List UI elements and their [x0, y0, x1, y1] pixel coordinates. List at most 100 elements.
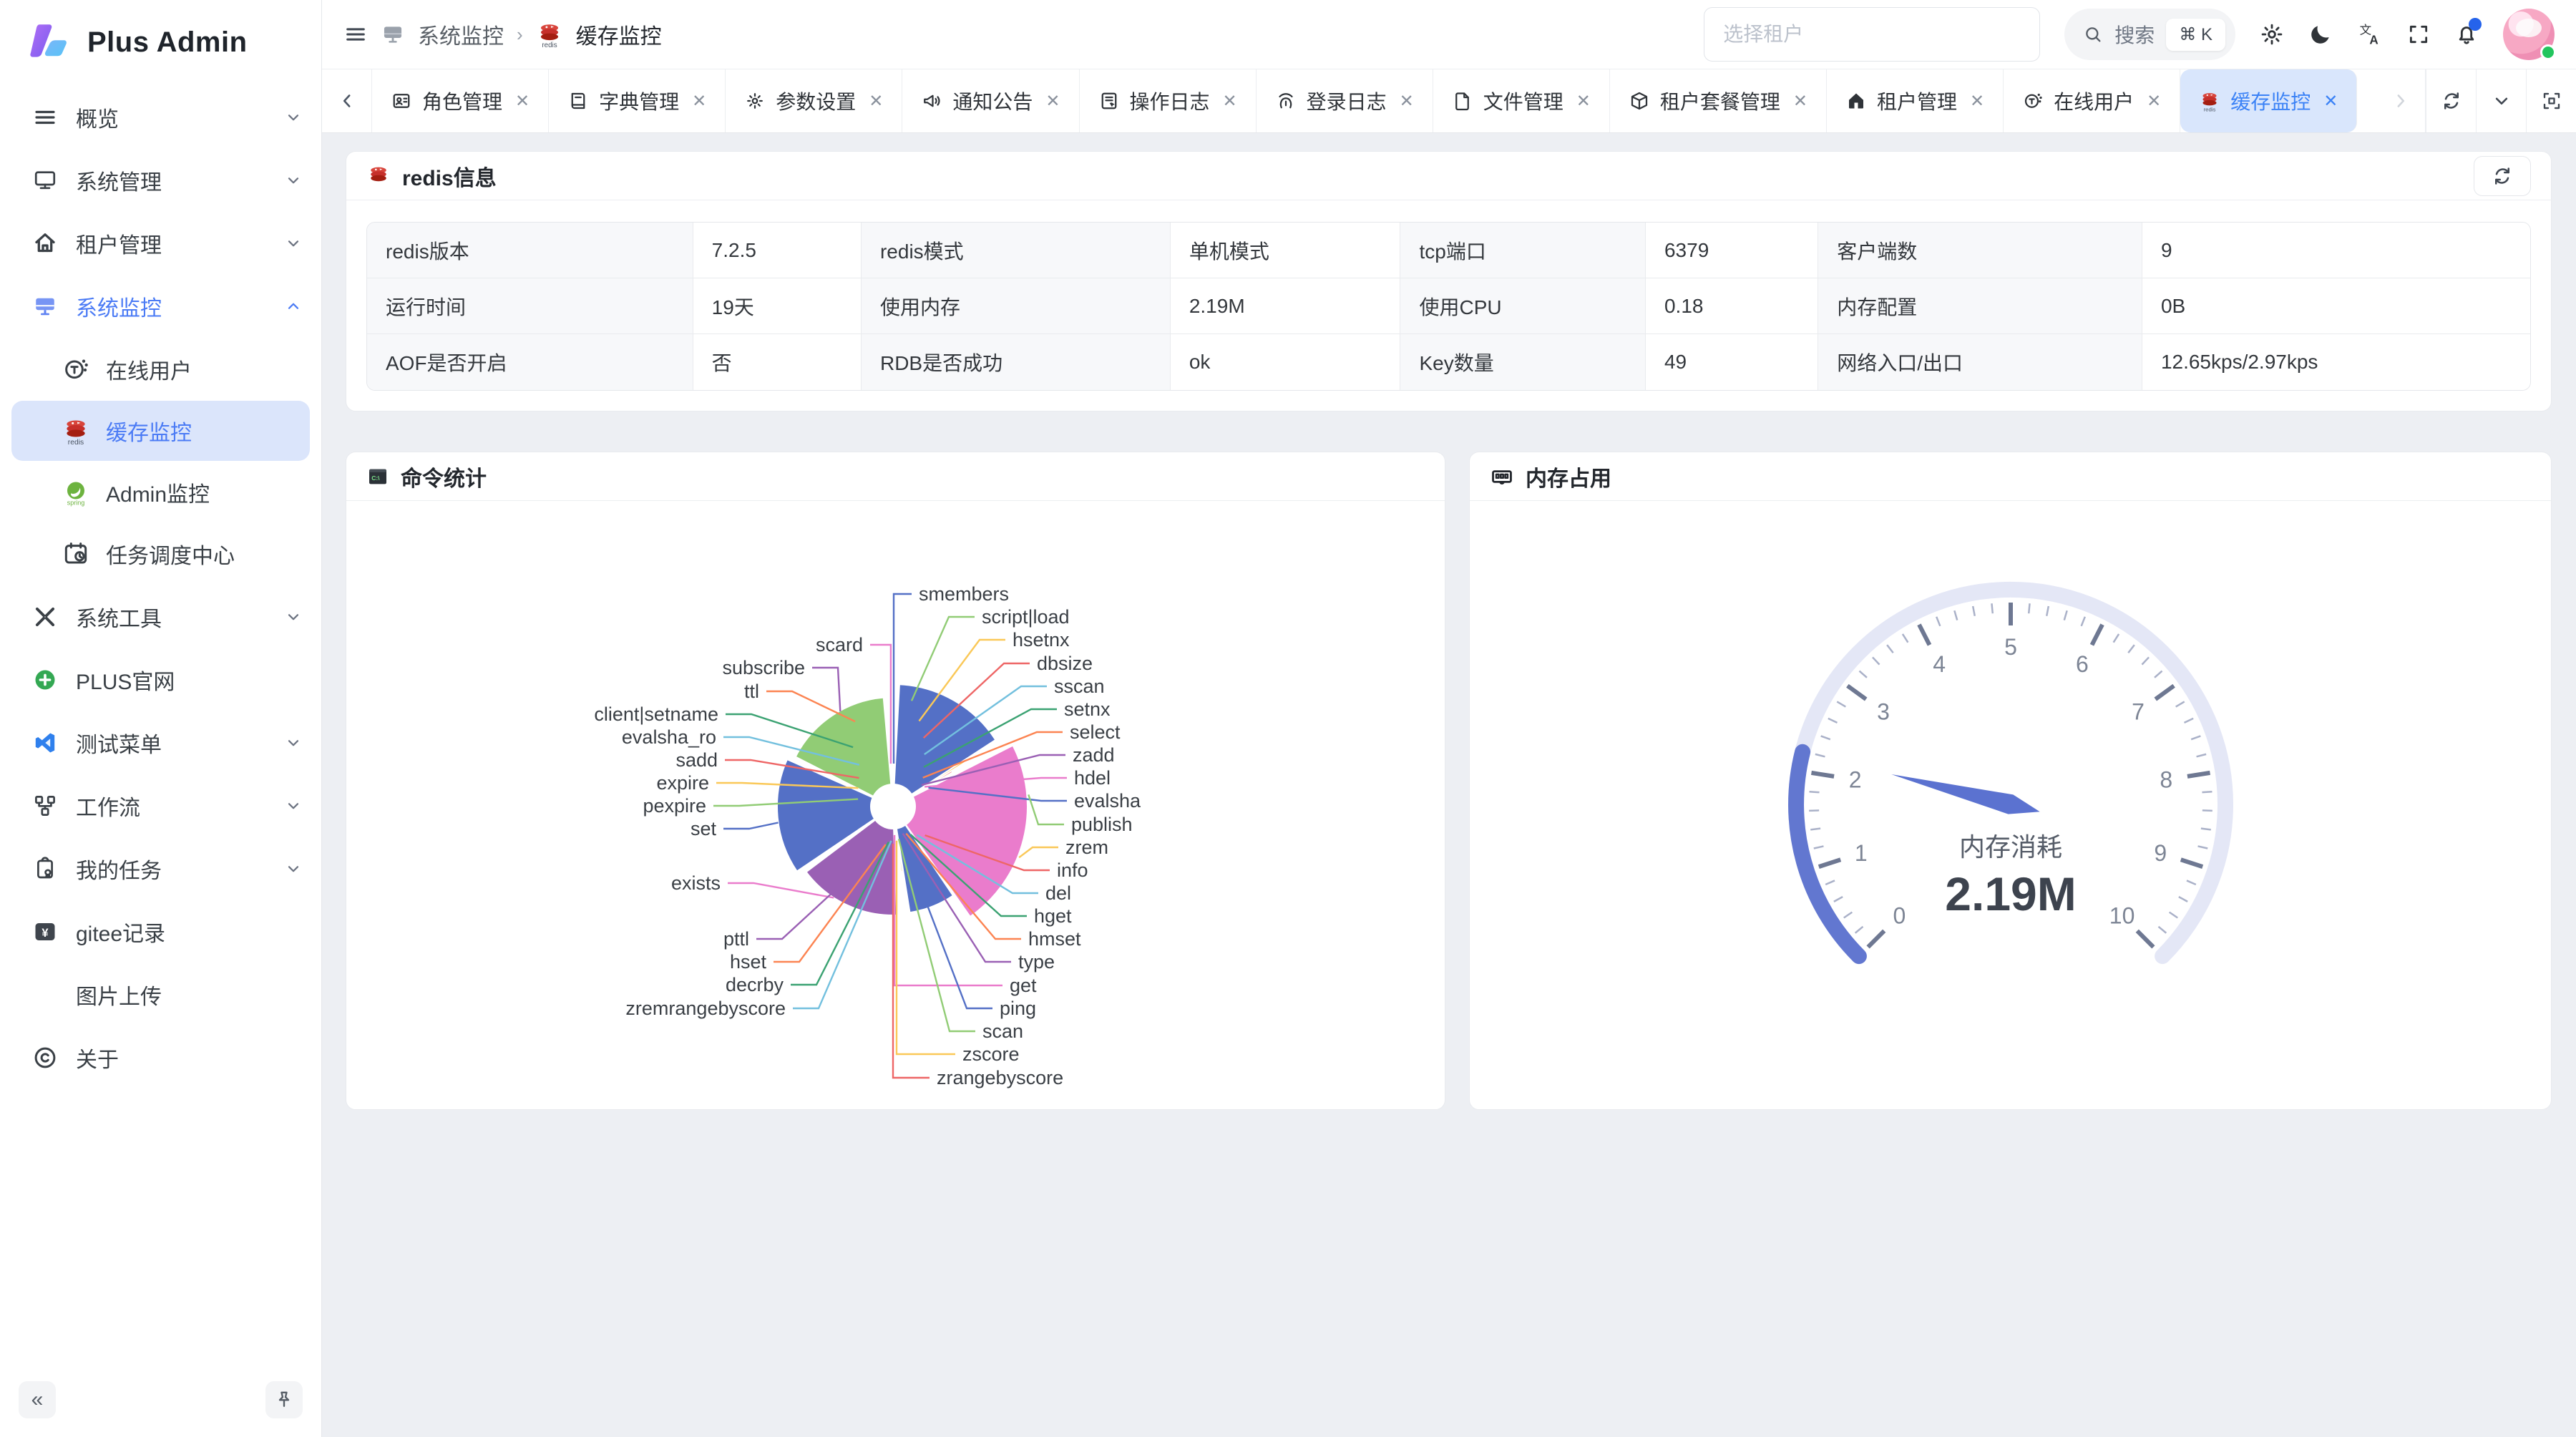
- info-label-cell: 网络入口/出口: [1818, 334, 2142, 390]
- app-logo-row[interactable]: Plus Admin: [0, 0, 321, 74]
- tab-close-icon[interactable]: ✕: [2323, 91, 2338, 112]
- gauge-major-tick: [2092, 625, 2102, 646]
- tab-label: 在线用户: [2054, 87, 2134, 115]
- gear-icon[interactable]: [2260, 22, 2284, 47]
- pie-leader-line: [723, 823, 779, 829]
- pie-label: smembers: [919, 583, 1009, 605]
- sidebar-item-gitee记录[interactable]: ¥gitee记录: [0, 900, 321, 963]
- tab-close-icon[interactable]: ✕: [1045, 91, 1060, 112]
- tab-缓存监控[interactable]: redis缓存监控✕: [2180, 69, 2357, 132]
- info-value-cell: 2.19M: [1171, 278, 1401, 334]
- gauge-tick-label: 1: [1855, 840, 1868, 866]
- redis-icon: redis: [2199, 90, 2220, 112]
- chevron-right-icon[interactable]: [2376, 69, 2426, 132]
- tab-close-icon[interactable]: ✕: [1970, 91, 1984, 112]
- pin-icon[interactable]: [265, 1381, 303, 1418]
- info-value-cell: ok: [1171, 334, 1401, 390]
- sidebar-item-我的任务[interactable]: 我的任务: [0, 837, 321, 900]
- tab-close-icon[interactable]: ✕: [515, 91, 530, 112]
- sidebar-item-系统工具[interactable]: 系统工具: [0, 585, 321, 648]
- pie-label: zrem: [1065, 837, 1108, 858]
- gauge-tick-label: 8: [2160, 767, 2172, 793]
- pie-label: pttl: [723, 928, 749, 950]
- tab-close-icon[interactable]: ✕: [1576, 91, 1591, 112]
- menu-lines-icon[interactable]: [343, 22, 368, 47]
- breadcrumb-parent[interactable]: 系统监控: [418, 19, 504, 50]
- gauge-minor-tick: [2170, 912, 2178, 918]
- chevron-down-icon[interactable]: [2476, 69, 2526, 132]
- tab-close-icon[interactable]: ✕: [1400, 91, 1414, 112]
- sidebar-item-测试菜单[interactable]: 测试菜单: [0, 711, 321, 774]
- redis-icon: redis: [62, 417, 90, 445]
- pie-label: scard: [816, 634, 863, 656]
- chevron-left-icon[interactable]: [322, 69, 372, 132]
- tab-租户套餐管理[interactable]: 租户套餐管理✕: [1610, 69, 1827, 132]
- tab-close-icon[interactable]: ✕: [692, 91, 706, 112]
- file-icon: [1452, 90, 1473, 112]
- global-search-button[interactable]: 搜索 ⌘ K: [2064, 9, 2235, 60]
- tab-close-icon[interactable]: ✕: [2147, 91, 2161, 112]
- memory-gauge-chart: 012345678910内存消耗2.19M: [1470, 501, 2551, 1111]
- sidebar-item-系统监控[interactable]: 系统监控: [0, 275, 321, 338]
- sidebar-item-租户管理[interactable]: 租户管理: [0, 212, 321, 275]
- tab-通知公告[interactable]: 通知公告✕: [902, 69, 1079, 132]
- breadcrumb-separator: ›: [517, 24, 523, 46]
- sidebar-collapse-button[interactable]: «: [19, 1381, 56, 1418]
- pie-label: set: [691, 818, 717, 839]
- tenant-select-input[interactable]: [1704, 7, 2040, 62]
- tab-登录日志[interactable]: 登录日志✕: [1257, 69, 1433, 132]
- pie-center-hole: [870, 784, 916, 829]
- sidebar-item-系统管理[interactable]: 系统管理: [0, 149, 321, 212]
- gauge-minor-tick: [2155, 671, 2162, 678]
- tab-字典管理[interactable]: 字典管理✕: [549, 69, 726, 132]
- gauge-minor-tick: [1814, 846, 1824, 848]
- moon-icon[interactable]: [2308, 22, 2333, 47]
- sidebar-item-label: 系统管理: [76, 165, 284, 196]
- gauge-minor-tick: [2201, 829, 2211, 830]
- tab-在线用户[interactable]: 在线用户 ✕: [2004, 69, 2180, 132]
- operation-log-icon: [1098, 90, 1120, 112]
- gauge-minor-tick: [2046, 606, 2049, 616]
- sidebar-item-概览[interactable]: 概览: [0, 86, 321, 149]
- tab-参数设置[interactable]: 参数设置 ✕: [726, 69, 902, 132]
- sidebar-subitem-缓存监控[interactable]: redis缓存监控: [11, 401, 310, 461]
- gauge-minor-tick: [1821, 736, 1830, 739]
- tab-文件管理[interactable]: 文件管理✕: [1433, 69, 1610, 132]
- info-value-cell: 49: [1646, 334, 1818, 390]
- tab-操作日志[interactable]: 操作日志✕: [1080, 69, 1257, 132]
- pie-label: sscan: [1054, 676, 1105, 697]
- tab-租户管理[interactable]: 租户管理✕: [1827, 69, 2004, 132]
- sidebar-item-图片上传[interactable]: 图片上传: [0, 963, 321, 1026]
- sidebar-subitem-Admin监控[interactable]: springAdmin监控: [11, 462, 310, 522]
- gauge-svg: 012345678910内存消耗2.19M: [1470, 501, 2551, 1111]
- tab-label: 参数设置: [776, 87, 856, 115]
- sidebar-item-PLUS官网[interactable]: PLUS官网: [0, 648, 321, 711]
- svg-text:spring: spring: [67, 500, 85, 507]
- dict-book-icon: [567, 90, 589, 112]
- tab-close-icon[interactable]: ✕: [869, 91, 883, 112]
- sidebar-item-关于[interactable]: 关于: [0, 1026, 321, 1089]
- sidebar-subitem-任务调度中心[interactable]: 任务调度中心: [11, 524, 310, 584]
- user-avatar[interactable]: [2503, 9, 2555, 60]
- maximize-icon[interactable]: [2526, 69, 2576, 132]
- refresh-icon[interactable]: [2426, 69, 2476, 132]
- redis-info-panel: redis信息 redis版本7.2.5redis模式单机模式tcp端口6379…: [346, 151, 2552, 411]
- bell-icon[interactable]: [2454, 22, 2479, 47]
- sidebar-subitem-在线用户[interactable]: 在线用户: [11, 339, 310, 399]
- tab-close-icon[interactable]: ✕: [1793, 91, 1807, 112]
- tab-角色管理[interactable]: 角色管理✕: [372, 69, 549, 132]
- chevron-down-icon: [284, 797, 303, 815]
- gauge-tick-label: 5: [2004, 634, 2017, 660]
- sync-icon[interactable]: [2474, 156, 2531, 196]
- gauge-minor-tick: [1810, 791, 1820, 792]
- sidebar-item-label: 我的任务: [76, 853, 284, 885]
- rose-pie-svg: smembersscript|loadhsetnxdbsizesscansetn…: [346, 501, 1445, 1111]
- fullscreen-icon[interactable]: [2407, 23, 2430, 46]
- language-icon[interactable]: 文A: [2357, 21, 2383, 47]
- pie-label: script|load: [982, 606, 1070, 628]
- gauge-value: 2.19M: [1945, 867, 2076, 920]
- sidebar-item-工作流[interactable]: 工作流: [0, 774, 321, 837]
- tab-close-icon[interactable]: ✕: [1223, 91, 1237, 112]
- gauge-minor-tick: [2128, 645, 2135, 653]
- pie-leader-line: [812, 668, 840, 711]
